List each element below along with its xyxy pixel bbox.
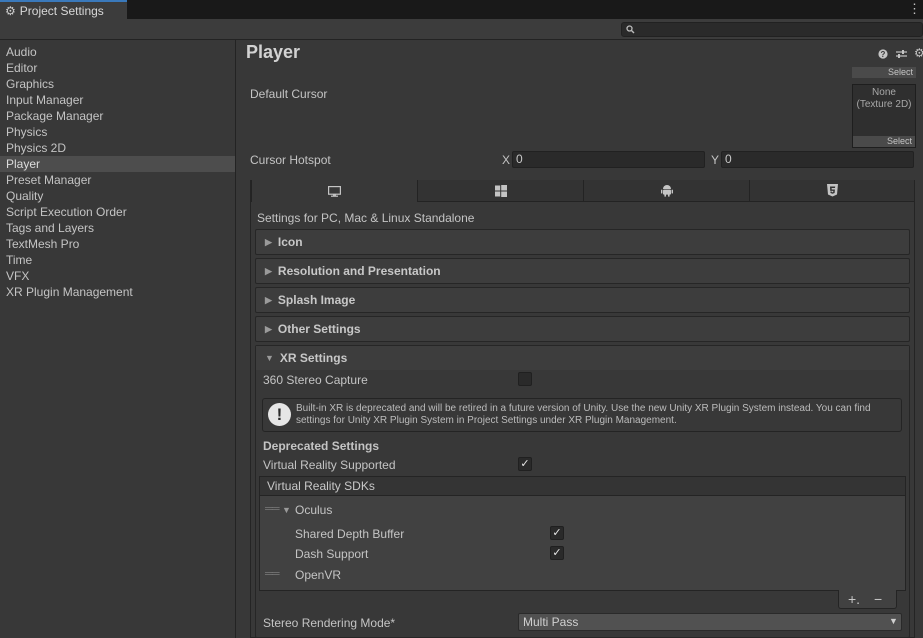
chevron-right-icon: ▶ (265, 323, 272, 334)
sidebar-item-input-manager[interactable]: Input Manager (0, 92, 235, 108)
window-title: Project Settings (19, 3, 104, 18)
sidebar-item-player[interactable]: Player (0, 156, 235, 172)
html5-icon (826, 184, 838, 197)
chevron-right-icon: ▶ (265, 265, 272, 276)
drag-handle-icon[interactable]: ══ (265, 503, 280, 515)
hotspot-y-label: Y (711, 153, 720, 167)
section-splash-image[interactable]: ▶ Splash Image (255, 287, 910, 313)
sdk-openvr-label: OpenVR (295, 568, 342, 582)
search-input[interactable] (621, 22, 923, 37)
vr-sdks-header: Virtual Reality SDKs (259, 476, 906, 496)
stereo-rendering-mode-label: Stereo Rendering Mode* (263, 616, 396, 630)
stereo-rendering-mode-select[interactable]: Multi Pass (518, 613, 902, 631)
sidebar-item-audio[interactable]: Audio (0, 44, 235, 60)
window-tab[interactable]: ⚙ Project Settings (0, 0, 127, 19)
shared-depth-buffer-label: Shared Depth Buffer (295, 527, 405, 541)
hotspot-x-field[interactable]: 0 (512, 151, 705, 168)
warning-text: Built-in XR is deprecated and will be re… (296, 403, 871, 426)
sidebar-item-physics-2d[interactable]: Physics 2D (0, 140, 235, 156)
sidebar-item-physics[interactable]: Physics (0, 124, 235, 140)
stereo-capture-label: 360 Stereo Capture (263, 373, 368, 387)
sidebar-item-quality[interactable]: Quality (0, 188, 235, 204)
dash-support-label: Dash Support (295, 547, 369, 561)
dash-support-checkbox[interactable]: ✓ (550, 546, 564, 560)
chevron-right-icon: ▶ (265, 236, 272, 247)
section-resolution[interactable]: ▶ Resolution and Presentation (255, 258, 910, 284)
tab-standalone[interactable] (251, 180, 417, 202)
vr-supported-label: Virtual Reality Supported (263, 458, 396, 472)
title-bar (0, 0, 923, 19)
tab-android[interactable] (583, 180, 749, 202)
sidebar-item-textmesh-pro[interactable]: TextMesh Pro (0, 236, 235, 252)
settings-icon[interactable]: ⚙ (914, 46, 923, 60)
windows-icon (494, 184, 507, 197)
cursor-texture-value: None (Texture 2D) (856, 87, 912, 110)
svg-text:?: ? (881, 50, 886, 59)
sidebar-item-preset-manager[interactable]: Preset Manager (0, 172, 235, 188)
tab-windows[interactable] (417, 180, 583, 202)
deprecated-settings-heading: Deprecated Settings (263, 439, 380, 453)
section-icon[interactable]: ▶ Icon (255, 229, 910, 255)
gear-icon: ⚙ (5, 3, 16, 18)
default-cursor-label: Default Cursor (250, 87, 328, 101)
settings-sidebar: Audio Editor Graphics Input Manager Pack… (0, 40, 236, 638)
chevron-right-icon: ▶ (265, 294, 272, 305)
preset-icon[interactable] (896, 49, 907, 59)
sidebar-item-time[interactable]: Time (0, 252, 235, 268)
section-other-settings[interactable]: ▶ Other Settings (255, 316, 910, 342)
sidebar-item-editor[interactable]: Editor (0, 60, 235, 76)
tab-webgl[interactable] (749, 180, 914, 202)
add-sdk-button[interactable]: +. (848, 590, 860, 608)
sidebar-item-vfx[interactable]: VFX (0, 268, 235, 284)
help-icon[interactable]: ? (878, 49, 888, 59)
shared-depth-buffer-checkbox[interactable]: ✓ (550, 526, 564, 540)
cursor-hotspot-label: Cursor Hotspot (250, 153, 331, 167)
sdk-list-footer (838, 590, 897, 609)
sidebar-item-xr-plugin-management[interactable]: XR Plugin Management (0, 284, 235, 300)
chevron-down-icon[interactable]: ▼ (282, 505, 291, 515)
hotspot-x-label: X (502, 153, 511, 167)
page-title: Player (246, 42, 301, 62)
platform-caption: Settings for PC, Mac & Linux Standalone (257, 211, 475, 225)
section-xr-settings[interactable]: ▼ XR Settings (256, 346, 909, 370)
stereo-capture-checkbox[interactable] (518, 372, 532, 386)
vr-supported-checkbox[interactable]: ✓ (518, 457, 532, 471)
sidebar-item-script-execution-order[interactable]: Script Execution Order (0, 204, 235, 220)
cursor-top-select-button[interactable]: Select (852, 67, 916, 78)
android-icon (660, 185, 673, 197)
sdk-oculus-label: Oculus (295, 503, 333, 517)
hotspot-y-field[interactable]: 0 (721, 151, 914, 168)
remove-sdk-button[interactable]: − (874, 590, 882, 608)
monitor-icon (328, 185, 341, 197)
dropdown-arrow-icon: ▼ (889, 616, 898, 626)
warning-icon: ! (268, 403, 291, 426)
search-icon (626, 25, 635, 34)
vr-sdks-list (259, 496, 906, 591)
chevron-down-icon: ▼ (265, 353, 274, 363)
sidebar-item-tags-and-layers[interactable]: Tags and Layers (0, 220, 235, 236)
sidebar-item-graphics[interactable]: Graphics (0, 76, 235, 92)
cursor-select-button[interactable]: Select (853, 136, 915, 147)
sidebar-item-package-manager[interactable]: Package Manager (0, 108, 235, 124)
window-menu-icon[interactable]: ⋮ (908, 1, 921, 17)
drag-handle-icon[interactable]: ══ (265, 568, 280, 580)
